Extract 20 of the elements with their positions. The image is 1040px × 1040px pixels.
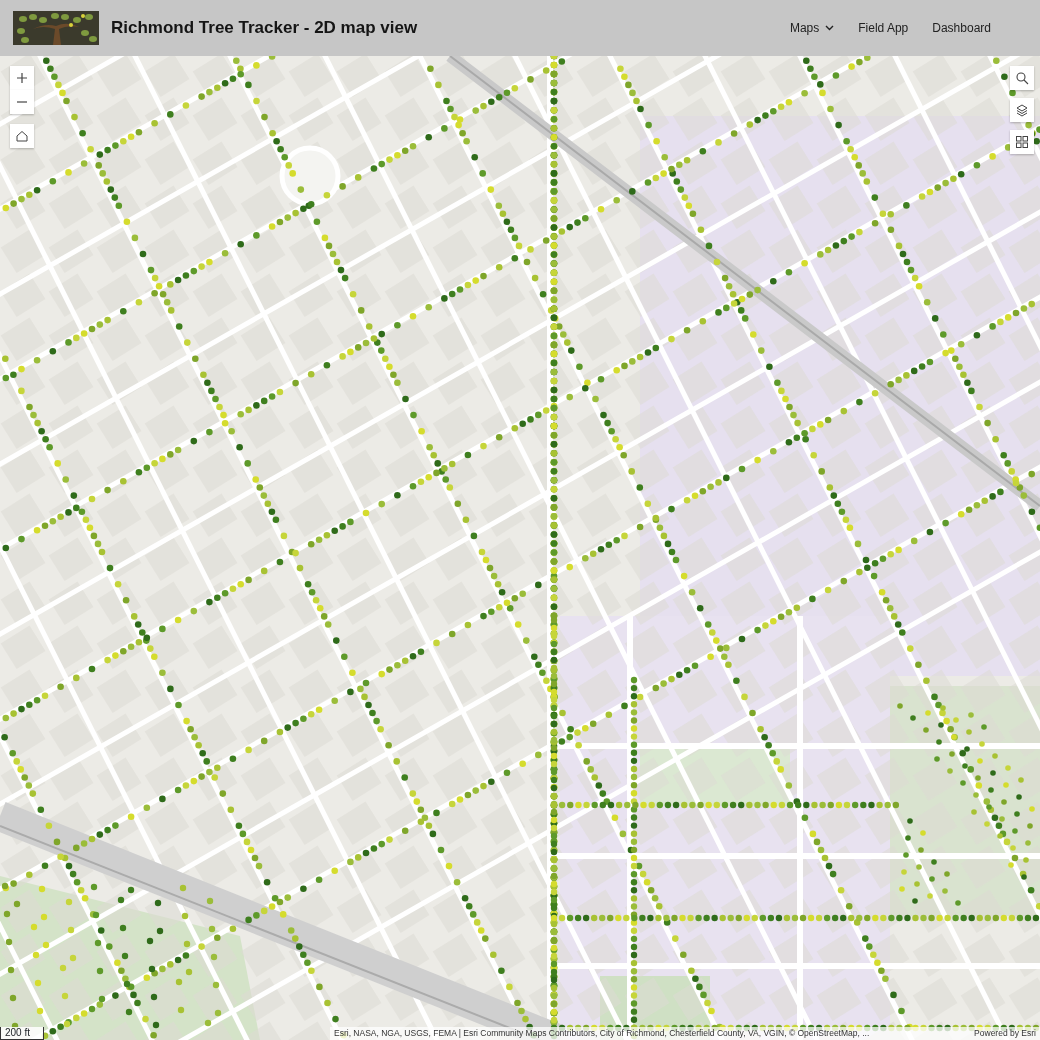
grid-icon [1015, 135, 1029, 149]
nav-link[interactable]: Dashboard [932, 15, 991, 41]
search-button[interactable] [1010, 66, 1034, 90]
layers-button[interactable] [1010, 98, 1034, 122]
maps-menu[interactable]: Maps [789, 15, 835, 41]
basemap-gallery-button[interactable] [1010, 130, 1034, 154]
app-title: Richmond Tree Tracker - 2D map view [111, 17, 418, 39]
layers-icon [1015, 103, 1029, 117]
home-button[interactable] [10, 124, 34, 148]
chevron-down-icon [825, 25, 835, 31]
zoom-in-button[interactable] [10, 66, 34, 90]
scale-bar: 200 ft [0, 1027, 44, 1040]
zoom-out-button[interactable] [10, 90, 34, 114]
powered-by-text: Powered by Esri [974, 1027, 1036, 1040]
attribution-text: Esri, NASA, NGA, USGS, FEMA | Esri Community Maps Contributors, City of Richmond, Chesterfield County, VA, VGIN, © OpenStreetMap, ... [334, 1027, 870, 1040]
home-icon [15, 129, 29, 143]
tree-logo-icon [13, 11, 99, 45]
search-icon [1015, 71, 1029, 85]
plus-icon [15, 71, 29, 85]
nav-link[interactable]: Field App [858, 15, 909, 41]
